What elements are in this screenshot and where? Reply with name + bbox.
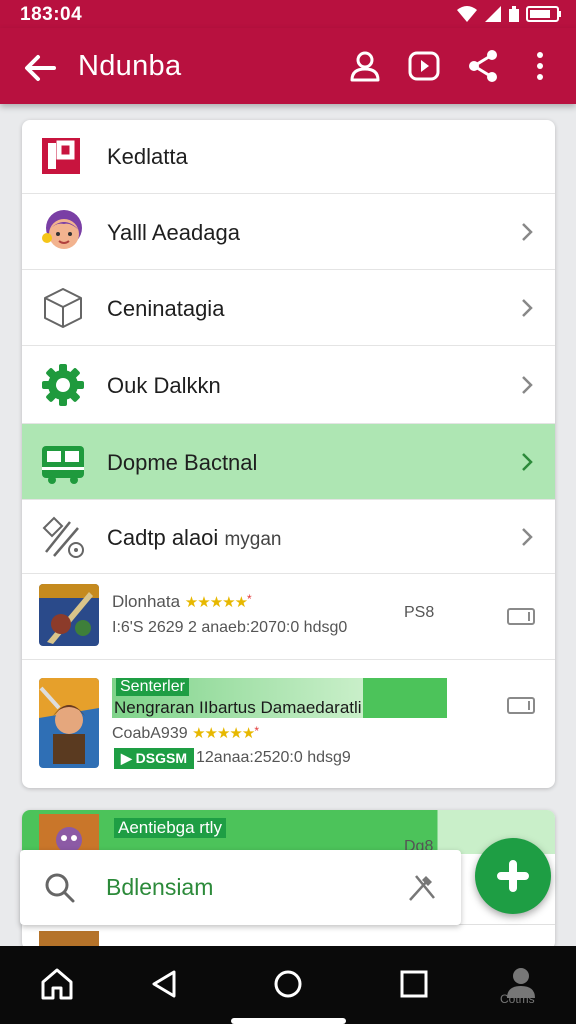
game-toggle[interactable]	[507, 608, 535, 625]
brand-logo-icon	[42, 138, 80, 174]
menu-item-label: Dopme Bactnal	[107, 450, 258, 475]
menu-item-label: Yalll Aeadaga	[107, 220, 240, 245]
menu-item-2[interactable]: Ceninatagia	[22, 270, 555, 346]
chevron-right-icon	[522, 299, 533, 317]
menu-item-label: Kedlatta	[107, 144, 188, 169]
game-item-0[interactable]: Dlonhata ★★★★★* I:6'S 2629 2 anaeb:2070:…	[22, 574, 555, 660]
sim-icon	[509, 6, 519, 22]
profile-icon[interactable]	[347, 48, 383, 84]
game-price: PS8	[404, 604, 435, 621]
game-subtitle: CoabA939 ★★★★★*	[112, 724, 259, 742]
tools-icon	[42, 516, 84, 558]
tools-icon[interactable]	[406, 872, 438, 904]
menu-item-5[interactable]: Cadtp alaoi mygan	[22, 500, 555, 574]
rating-star-extra: *	[254, 724, 259, 738]
menu-card: Kedlatta Yalll Aeadaga Ceninatagia Ouk D…	[22, 120, 555, 788]
wifi-icon	[457, 6, 477, 22]
page-title: Ndunba	[78, 50, 182, 82]
gesture-handle[interactable]	[231, 1018, 346, 1024]
rating-star-extra: *	[247, 592, 252, 606]
status-bar: 183:04	[0, 0, 576, 28]
signal-icon	[485, 6, 501, 22]
share-icon[interactable]	[465, 48, 501, 84]
menu-item-label: Ouk Dalkkn	[107, 373, 221, 398]
chevron-right-icon	[522, 453, 533, 471]
rating-stars: ★★★★★	[184, 594, 248, 611]
account-label: Cotms	[500, 992, 535, 1006]
game-meta: I:6'S 2629 2 anaeb:2070:0 hdsg0	[112, 619, 348, 636]
back-arrow-icon[interactable]	[20, 48, 60, 88]
recents-icon[interactable]	[396, 966, 432, 1002]
menu-item-sublabel: mygan	[224, 529, 282, 550]
menu-item-label: Cadtp alaoi mygan	[107, 525, 281, 551]
game-title: Nengraran IIbartus Damaedaratli	[114, 698, 362, 717]
back-icon[interactable]	[146, 966, 182, 1002]
add-fab-button[interactable]	[475, 838, 551, 914]
home-circle-icon[interactable]	[270, 966, 306, 1002]
home-icon[interactable]	[39, 966, 75, 1002]
menu-item-label: Ceninatagia	[107, 296, 225, 321]
more-vert-icon[interactable]	[522, 48, 558, 84]
status-icons	[456, 5, 562, 23]
menu-item-0[interactable]: Kedlatta	[22, 120, 555, 194]
menu-item-1[interactable]: Yalll Aeadaga	[22, 194, 555, 270]
promo-banner-label: Aentiebga rtly	[114, 818, 226, 838]
game-thumbnail	[39, 584, 99, 646]
promo-banner-label: Senterler	[116, 678, 189, 696]
play-store-icon[interactable]	[406, 48, 442, 84]
status-time: 183:04	[20, 4, 83, 25]
search-input[interactable]: Bdlensiam	[106, 874, 213, 901]
chevron-right-icon	[522, 376, 533, 394]
battery-icon	[526, 6, 561, 22]
cube-icon	[44, 288, 82, 328]
search-bar[interactable]: Bdlensiam	[20, 850, 461, 925]
avatar-icon	[42, 210, 82, 249]
game-meta: 12anaa:2520:0 hdsg9	[196, 749, 351, 766]
gear-icon	[42, 364, 84, 406]
chevron-right-icon	[522, 528, 533, 546]
menu-item-label-main: Cadtp alaoi	[107, 525, 219, 550]
search-icon[interactable]	[44, 872, 76, 904]
plus-icon	[497, 860, 529, 892]
menu-item-3[interactable]: Ouk Dalkkn	[22, 346, 555, 424]
game-thumbnail	[39, 678, 99, 768]
promo-banner	[22, 810, 555, 854]
game-title: Dlonhata ★★★★★*	[112, 592, 252, 611]
game-thumbnail	[39, 814, 99, 854]
install-button[interactable]: ▶ DSGSM	[114, 748, 194, 769]
game-item-1[interactable]: Senterler Nengraran IIbartus Damaedaratl…	[22, 660, 555, 788]
rating-stars: ★★★★★	[192, 725, 255, 742]
menu-item-4[interactable]: Dopme Bactnal	[22, 424, 555, 500]
bus-icon	[42, 446, 84, 484]
game-toggle[interactable]	[507, 697, 535, 714]
app-bar: Ndunba	[0, 28, 576, 104]
chevron-right-icon	[522, 223, 533, 241]
navigation-bar	[0, 946, 576, 1024]
